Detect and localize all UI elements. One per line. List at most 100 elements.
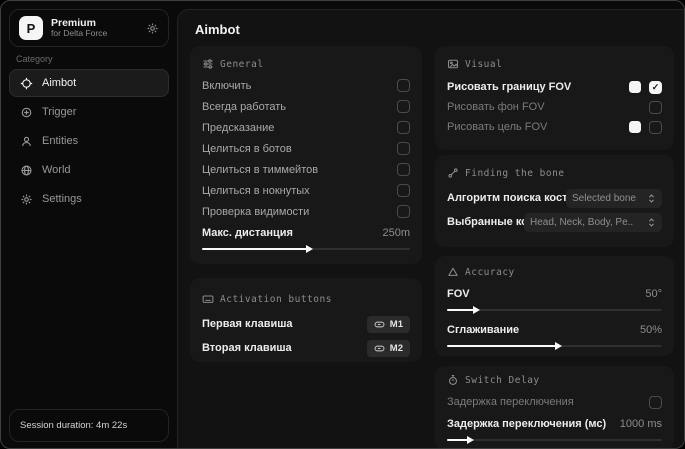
bone-icon (447, 167, 459, 179)
section-accuracy: Accuracy FOV 50° Сглаживание 50% (435, 256, 674, 356)
app-window: P Premium for Delta Force Category Aimbo… (0, 0, 685, 449)
toggle-label: Целиться в нокнутых (202, 184, 310, 197)
unfold-icon (647, 193, 656, 204)
sidebar-item-entities[interactable]: Entities (9, 127, 169, 155)
section-visual-header: Visual (447, 55, 662, 73)
switch-delay-slider-block: Задержка переключения (мс) 1000 ms (447, 414, 662, 444)
toggle-label: Целиться в тиммейтов (202, 163, 319, 176)
brand-logo: P (19, 16, 43, 40)
section-title: Switch Delay (465, 374, 540, 386)
toggle-row: Задержка переключения (447, 392, 662, 412)
keybind-row: Вторая клавиша M2 (202, 336, 410, 360)
checkbox[interactable] (397, 163, 410, 176)
toggle-label: Предсказание (202, 121, 275, 134)
toggle-label: Всегда работать (202, 100, 287, 113)
section-title: Accuracy (465, 266, 515, 278)
unfold-icon (647, 217, 656, 228)
visual-label: Рисовать фон FOV (447, 101, 545, 113)
category-label: Category (16, 54, 53, 64)
fov-slider-block: FOV 50° (447, 284, 662, 314)
section-general-header: General (202, 55, 410, 73)
gear-icon[interactable] (146, 22, 159, 35)
main-panel: Aimbot General Включить Всегда работать (177, 9, 684, 448)
bone-algorithm-select[interactable]: Selected bone (566, 188, 662, 208)
toggle-label: Задержка переключения (447, 396, 574, 408)
section-activation-buttons: Activation buttons Первая клавиша M1 Вто… (190, 278, 422, 362)
fov-slider[interactable] (447, 305, 662, 314)
slider-value: 1000 ms (619, 418, 662, 430)
section-visual: Visual Рисовать границу FOV Рисовать фон… (435, 46, 674, 150)
smoothing-slider-block: Сглаживание 50% (447, 320, 662, 350)
selected-bones-select[interactable]: Head, Neck, Body, Pe.. (524, 212, 662, 232)
section-bone-header: Finding the bone (447, 164, 662, 182)
brand-card: P Premium for Delta Force (9, 9, 169, 47)
checkbox[interactable] (649, 395, 662, 409)
keybind-value: M2 (389, 342, 403, 354)
keybind-button[interactable]: M2 (366, 339, 410, 357)
checkbox[interactable] (397, 142, 410, 155)
section-title: General (220, 58, 264, 70)
session-duration-label: Session duration: 4m 22s (20, 420, 128, 431)
keybind-label: Вторая клавиша (202, 342, 292, 354)
trigger-icon (19, 106, 33, 119)
sliders-icon (202, 58, 214, 70)
slider-value: 50° (645, 288, 662, 300)
checkbox[interactable] (397, 100, 410, 113)
slider-label: FOV (447, 288, 470, 300)
checkbox[interactable] (397, 79, 410, 92)
stopwatch-icon (447, 374, 459, 386)
visual-row: Рисовать фон FOV (447, 97, 662, 117)
keybind-button[interactable]: M1 (366, 315, 410, 333)
toggle-label: Проверка видимости (202, 205, 310, 218)
gear-icon (19, 193, 33, 206)
slider-label: Макс. дистанция (202, 226, 293, 239)
globe-icon (19, 164, 33, 177)
smoothing-slider[interactable] (447, 341, 662, 350)
sidebar-nav: Aimbot Trigger Entities World Settings (9, 69, 169, 213)
sidebar-item-label: Trigger (42, 106, 77, 118)
toggle-row: Проверка видимости (202, 201, 410, 222)
color-swatch[interactable] (629, 81, 641, 93)
sidebar-item-label: Settings (42, 193, 82, 205)
checkbox[interactable] (397, 121, 410, 134)
slider-label: Задержка переключения (мс) (447, 418, 607, 430)
color-swatch[interactable] (629, 121, 641, 133)
checkbox[interactable] (397, 205, 410, 218)
mouse-icon (374, 319, 385, 330)
slider-value: 50% (639, 324, 662, 336)
page-title: Aimbot (195, 22, 240, 37)
sidebar-item-trigger[interactable]: Trigger (9, 98, 169, 126)
switch-delay-slider[interactable] (447, 435, 662, 444)
toggle-row: Предсказание (202, 117, 410, 138)
toggle-row: Целиться в ботов (202, 138, 410, 159)
toggle-label: Целиться в ботов (202, 142, 292, 155)
crosshair-icon (19, 77, 33, 90)
sidebar-item-world[interactable]: World (9, 156, 169, 184)
triangle-icon (447, 266, 459, 278)
sidebar-item-label: World (42, 164, 71, 176)
keybind-row: Первая клавиша M1 (202, 312, 410, 336)
section-accuracy-header: Accuracy (447, 263, 662, 281)
section-finding-the-bone: Finding the bone Алгоритм поиска кост Se… (435, 155, 674, 247)
slider-label: Сглаживание (447, 324, 520, 336)
section-title: Visual (465, 58, 503, 70)
visual-label: Рисовать границу FOV (447, 81, 572, 93)
checkbox[interactable] (649, 80, 662, 94)
entities-icon (19, 135, 33, 148)
session-duration: Session duration: 4m 22s (9, 409, 169, 442)
sidebar-item-aimbot[interactable]: Aimbot (9, 69, 169, 97)
distance-slider[interactable] (202, 244, 410, 253)
sidebar-item-settings[interactable]: Settings (9, 185, 169, 213)
checkbox[interactable] (649, 120, 662, 134)
checkbox[interactable] (649, 100, 662, 114)
image-icon (447, 58, 459, 70)
slider-value: 250m (382, 226, 410, 239)
sidebar-item-label: Entities (42, 135, 79, 147)
checkbox[interactable] (397, 184, 410, 197)
keybind-label: Первая клавиша (202, 318, 293, 330)
dropdown-row: Выбранные кос Head, Neck, Body, Pe.. (447, 210, 662, 234)
toggle-row: Целиться в тиммейтов (202, 159, 410, 180)
section-switch-header: Switch Delay (447, 371, 662, 389)
toggle-row: Целиться в нокнутых (202, 180, 410, 201)
distance-slider-block: Макс. дистанция 250m (202, 222, 410, 253)
